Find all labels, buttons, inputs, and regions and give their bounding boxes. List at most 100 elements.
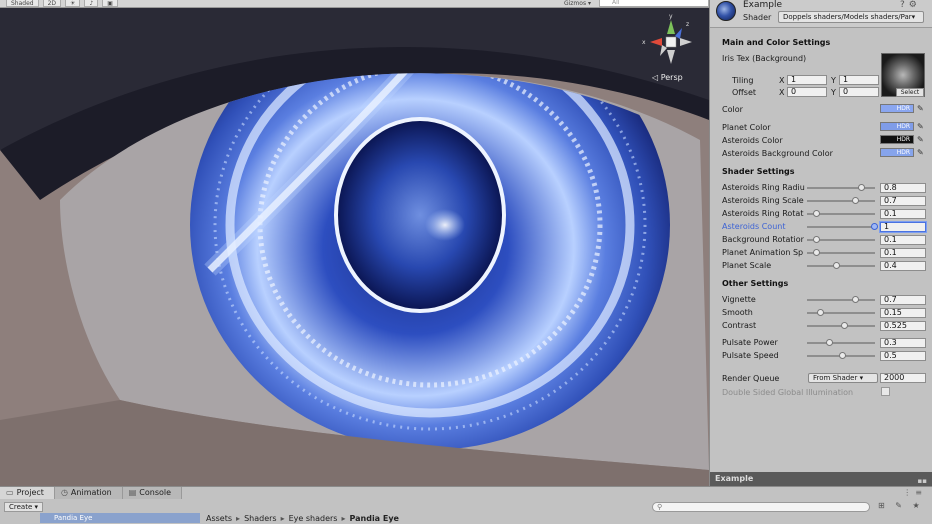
planet-scale-slider-track[interactable] [807,265,875,267]
tiling-y-field[interactable]: 1 [839,75,879,85]
render-queue-dropdown[interactable]: From Shader ▾ [808,373,878,383]
asteroids-ring-rotat-slider-thumb[interactable] [813,210,821,217]
color-swatch[interactable]: HDR [880,104,914,113]
asteroids-color-swatch[interactable]: HDR [880,135,914,144]
breadcrumb-item[interactable]: Eye shaders [289,514,338,523]
preview-header[interactable]: Example ▪▪ [710,472,932,486]
background-rotatior-label: Background Rotatior [722,235,804,244]
effects-toggle-icon[interactable]: ▣ [102,0,118,7]
offset-y-field[interactable]: 0 [839,87,879,97]
tiling-y-axis: Y [831,76,836,85]
offset-x-axis: X [779,88,785,97]
gizmos-dropdown[interactable]: Gizmos ▾ [564,0,591,7]
clock-icon: ◷ [60,488,68,497]
vignette-slider-track[interactable] [807,299,875,301]
asteroids-ring-scale-label: Asteroids Ring Scale [722,196,804,205]
gizmo-x-label: x [642,39,646,46]
tab-console-label: Console [139,488,172,497]
audio-toggle-icon[interactable]: ♪ [84,0,99,7]
scene-view[interactable]: Shaded 2D ☀ ♪ ▣ Gizmos ▾ All y x z ◁ Per… [0,0,709,486]
asteroids-ring-scale-value-field[interactable]: 0.7 [880,196,926,206]
orientation-gizmo[interactable]: y x z [640,12,702,78]
console-icon: ▤ [128,488,137,497]
tab-project-label: Project [16,488,44,497]
pulsate-power-slider-thumb[interactable] [826,339,834,346]
vignette-slider-thumb[interactable] [851,296,859,303]
asteroids-ring-radiu-value-field[interactable]: 0.8 [880,183,926,193]
contrast-value-field[interactable]: 0.525 [880,321,926,331]
asteroids-count-slider-thumb[interactable] [871,223,878,230]
create-button[interactable]: Create ▾ [4,502,43,512]
iris-texture-select-button[interactable]: Select [896,88,924,97]
background-rotatior-slider-thumb[interactable] [813,236,821,243]
background-rotatior-value-field[interactable]: 0.1 [880,235,926,245]
shader-dropdown[interactable]: Doppels shaders/Models shaders/Par▾ [778,11,924,23]
tab-animation[interactable]: ◷ Animation [54,487,123,499]
asteroids-ring-rotat-value-field[interactable]: 0.1 [880,209,926,219]
settings-gear-icon[interactable]: ⚙ [909,0,921,10]
section-shader-settings: Shader Settings [722,167,795,176]
tree-item-pandia-eye[interactable]: Pandia Eye [40,513,200,523]
contrast-slider-thumb[interactable] [840,322,848,329]
section-main-color: Main and Color Settings [722,38,831,47]
tiling-label: Tiling [732,76,754,85]
asteroids-count-slider-track[interactable] [807,226,875,228]
projection-label[interactable]: ◁ Persp [652,73,683,82]
pulsate-power-label: Pulsate Power [722,338,778,347]
planet-animation-sp-slider-thumb[interactable] [813,249,821,256]
eyedropper-icon[interactable]: ✎ [917,148,925,157]
scene-search-input[interactable]: All [599,0,709,7]
offset-x-field[interactable]: 0 [787,87,827,97]
preview-title: Example [715,474,754,483]
breadcrumb-separator-icon: ▸ [280,514,285,523]
lighting-toggle-icon[interactable]: ☀ [65,0,81,7]
planet-scale-slider-thumb[interactable] [832,262,840,269]
smooth-value-field[interactable]: 0.15 [880,308,926,318]
contrast-label: Contrast [722,321,757,330]
breadcrumb-item[interactable]: Shaders [244,514,277,523]
asteroids-ring-radiu-slider-thumb[interactable] [858,184,866,191]
planet-color-swatch[interactable]: HDR [880,122,914,131]
section-other-settings: Other Settings [722,279,789,288]
eye-render [0,0,709,486]
shading-mode-dropdown[interactable]: Shaded [6,0,39,7]
project-search-input[interactable]: ⚲ [652,502,870,512]
dsgi-label: Double Sided Global Illumination [722,388,854,397]
asteroids-ring-scale-slider-thumb[interactable] [851,197,859,204]
header-icons[interactable]: ?⚙ [900,0,921,10]
help-icon[interactable]: ? [900,0,909,10]
material-header: Example Shader Doppels shaders/Models sh… [710,0,932,28]
planet-scale-value-field[interactable]: 0.4 [880,261,926,271]
eyedropper-icon[interactable]: ✎ [917,135,925,144]
panel-menu-icon[interactable]: ⋮≡ [903,488,926,497]
project-tools-icons[interactable]: ⊞ ✎ ★ [878,501,924,510]
vignette-value-field[interactable]: 0.7 [880,295,926,305]
smooth-slider-thumb[interactable] [816,309,824,316]
mode-2d-toggle[interactable]: 2D [42,0,62,7]
vignette-label: Vignette [722,295,756,304]
color-label: Color [722,105,743,114]
pulsate-speed-value-field[interactable]: 0.5 [880,351,926,361]
planet-animation-sp-value-field[interactable]: 0.1 [880,248,926,258]
asteroids-bg-color-label: Asteroids Background Color [722,149,833,158]
breadcrumb-item[interactable]: Assets [206,514,232,523]
dsgi-checkbox[interactable] [881,387,890,396]
planet-scale-label: Planet Scale [722,261,772,270]
pulsate-power-slider-track[interactable] [807,342,875,344]
eyedropper-icon[interactable]: ✎ [917,122,925,131]
breadcrumb-separator-icon: ▸ [341,514,346,523]
pulsate-speed-slider-thumb[interactable] [839,352,846,359]
material-sphere-icon [716,1,736,21]
tiling-x-field[interactable]: 1 [787,75,827,85]
asteroids-ring-scale-slider-track[interactable] [807,200,875,202]
breadcrumb-item[interactable]: Pandia Eye [349,514,399,523]
tab-project[interactable]: ▭ Project [0,487,55,499]
tab-console[interactable]: ▤ Console [122,487,183,499]
asteroids-count-value-field[interactable]: 1 [880,222,926,232]
pulsate-power-value-field[interactable]: 0.3 [880,338,926,348]
eyedropper-icon[interactable]: ✎ [917,104,925,113]
asteroids-bg-color-swatch[interactable]: HDR [880,148,914,157]
render-queue-field[interactable]: 2000 [880,373,926,383]
planet-animation-sp-label: Planet Animation Sp [722,248,804,257]
breadcrumb-separator-icon: ▸ [236,514,241,523]
